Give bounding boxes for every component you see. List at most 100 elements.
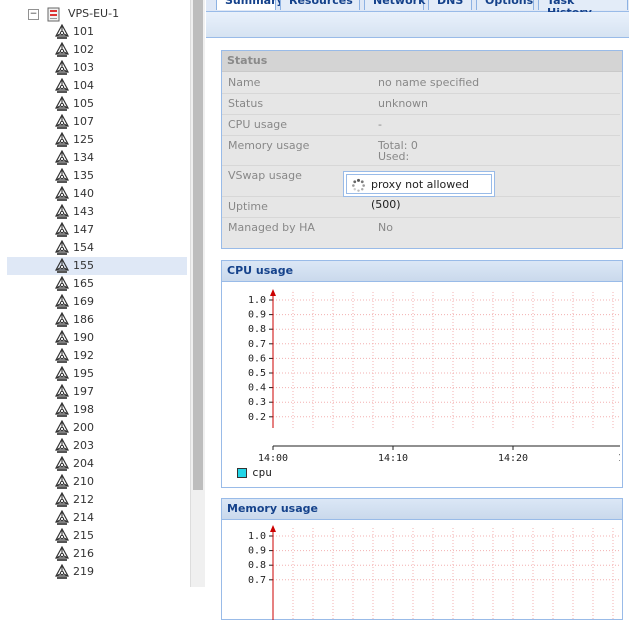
toolbar — [206, 12, 629, 38]
container-icon — [54, 510, 70, 525]
y-tick-label: 0.9 — [248, 310, 266, 321]
tree-item-vm[interactable]: 195 — [7, 365, 187, 383]
tab-options[interactable]: Options — [476, 0, 534, 10]
tree-item-vm[interactable]: 143 — [7, 203, 187, 221]
collapse-toggle-icon[interactable]: − — [28, 8, 39, 20]
tree-item-vm[interactable]: 102 — [7, 41, 187, 59]
tree-item-vm[interactable]: 107 — [7, 113, 187, 131]
status-panel-title: Status — [222, 51, 622, 72]
tree-item-vm[interactable]: 105 — [7, 95, 187, 113]
status-value-line: no name specified — [378, 76, 480, 89]
status-key: Managed by HA — [228, 221, 315, 234]
tree-item-vm[interactable]: 212 — [7, 491, 187, 509]
container-icon — [54, 96, 70, 111]
tree-item-vm[interactable]: 203 — [7, 437, 187, 455]
tree-item-vm[interactable]: 155 — [7, 257, 187, 275]
container-icon — [54, 330, 70, 345]
tree-root-label: VPS-EU-1 — [68, 7, 120, 20]
x-tick-label: 14:00 — [258, 453, 288, 462]
tree-item-vm[interactable]: 214 — [7, 509, 187, 527]
y-axis-arrow — [270, 289, 276, 296]
tree-item-vm[interactable]: 147 — [7, 221, 187, 239]
container-icon — [54, 204, 70, 219]
tree-item-vm[interactable]: 104 — [7, 77, 187, 95]
cpu-chart: 1.0 0.9 0.8 0.7 0.6 0.5 0.4 0.3 0.2 14:00 14:10 14:… — [248, 289, 620, 462]
tree-item-label: 104 — [73, 79, 94, 92]
y-tick-label: 1.0 — [248, 531, 266, 542]
tree-item-label: 212 — [73, 493, 94, 506]
x-tick-label: 14:30 — [618, 453, 620, 462]
container-icon — [54, 132, 70, 147]
container-icon — [54, 348, 70, 363]
tree-item-vm[interactable]: 198 — [7, 401, 187, 419]
y-tick-label: 0.9 — [248, 546, 266, 557]
container-icon — [54, 402, 70, 417]
tree-item-vm[interactable]: 101 — [7, 23, 187, 41]
tree-item-vm[interactable]: 125 — [7, 131, 187, 149]
tree-node-root[interactable]: − VPS-EU-1 — [28, 5, 119, 23]
tree-item-label: 105 — [73, 97, 94, 110]
tree-item-vm[interactable]: 192 — [7, 347, 187, 365]
status-key: Memory usage — [228, 139, 310, 152]
tree-item-vm[interactable]: 165 — [7, 275, 187, 293]
tree-item-vm[interactable]: 210 — [7, 473, 187, 491]
tree-item-label: 190 — [73, 331, 94, 344]
tree-item-vm[interactable]: 103 — [7, 59, 187, 77]
tree-item-label: 155 — [73, 259, 94, 272]
tree-item-label: 101 — [73, 25, 94, 38]
tree-item-vm[interactable]: 154 — [7, 239, 187, 257]
status-value-line: Used: — [378, 150, 410, 163]
container-icon — [54, 168, 70, 183]
status-value: Total: 0Used: — [378, 139, 418, 165]
tab-network[interactable]: Network — [364, 0, 425, 10]
tree-item-label: 134 — [73, 151, 94, 164]
container-icon — [54, 528, 70, 543]
memory-usage-title: Memory usage — [222, 499, 622, 520]
tree-item-vm[interactable]: 215 — [7, 527, 187, 545]
container-icon — [54, 150, 70, 165]
container-icon — [54, 78, 70, 93]
tree-item-vm[interactable]: 140 — [7, 185, 187, 203]
status-row: CPU usage - — [222, 114, 620, 136]
tree-item-vm[interactable]: 169 — [7, 293, 187, 311]
container-icon — [54, 222, 70, 237]
y-tick-label: 0.8 — [248, 324, 266, 335]
status-key: CPU usage — [228, 118, 288, 131]
y-tick-label: 1.0 — [248, 295, 266, 306]
tree-item-vm[interactable]: 190 — [7, 329, 187, 347]
container-icon — [54, 366, 70, 381]
container-icon — [54, 564, 70, 579]
tree-item-vm[interactable]: 219 — [7, 563, 187, 581]
tree-scrollbar-thumb[interactable] — [193, 0, 203, 490]
tree-item-vm[interactable]: 200 — [7, 419, 187, 437]
status-row: Memory usage Total: 0 Used: — [222, 135, 620, 166]
y-tick-label: 0.6 — [248, 353, 266, 364]
tree-item-label: 219 — [73, 565, 94, 578]
status-row: Managed by HA No — [222, 217, 620, 238]
tree-item-label: 197 — [73, 385, 94, 398]
tree-item-vm[interactable]: 216 — [7, 545, 187, 563]
tree-item-vm[interactable]: 135 — [7, 167, 187, 185]
status-row: Uptime- — [222, 196, 620, 218]
tab-dns[interactable]: DNS — [428, 0, 472, 10]
tree-item-label: 195 — [73, 367, 94, 380]
tree-item-label: 215 — [73, 529, 94, 542]
status-value-line: unknown — [378, 97, 428, 110]
tree-item-label: 107 — [73, 115, 94, 128]
tree-scrollbar[interactable] — [190, 0, 205, 587]
y-tick-label: 0.4 — [248, 383, 266, 394]
tree-item-vm[interactable]: 186 — [7, 311, 187, 329]
tab-task-history[interactable]: Task History — [538, 0, 628, 19]
loading-spinner-icon — [352, 178, 365, 192]
y-tick-label: 0.8 — [248, 560, 266, 571]
cpu-legend-label: cpu — [252, 466, 272, 479]
tree-item-vm[interactable]: 197 — [7, 383, 187, 401]
tree-item-vm[interactable]: 134 — [7, 149, 187, 167]
tab-resources[interactable]: Resources — [280, 0, 360, 10]
status-value: No — [378, 221, 393, 234]
tree-item-label: 143 — [73, 205, 94, 218]
tab-summary[interactable]: Summary — [216, 0, 284, 10]
x-tick-label: 14:20 — [498, 453, 528, 462]
container-icon — [54, 24, 70, 39]
tree-item-vm[interactable]: 204 — [7, 455, 187, 473]
